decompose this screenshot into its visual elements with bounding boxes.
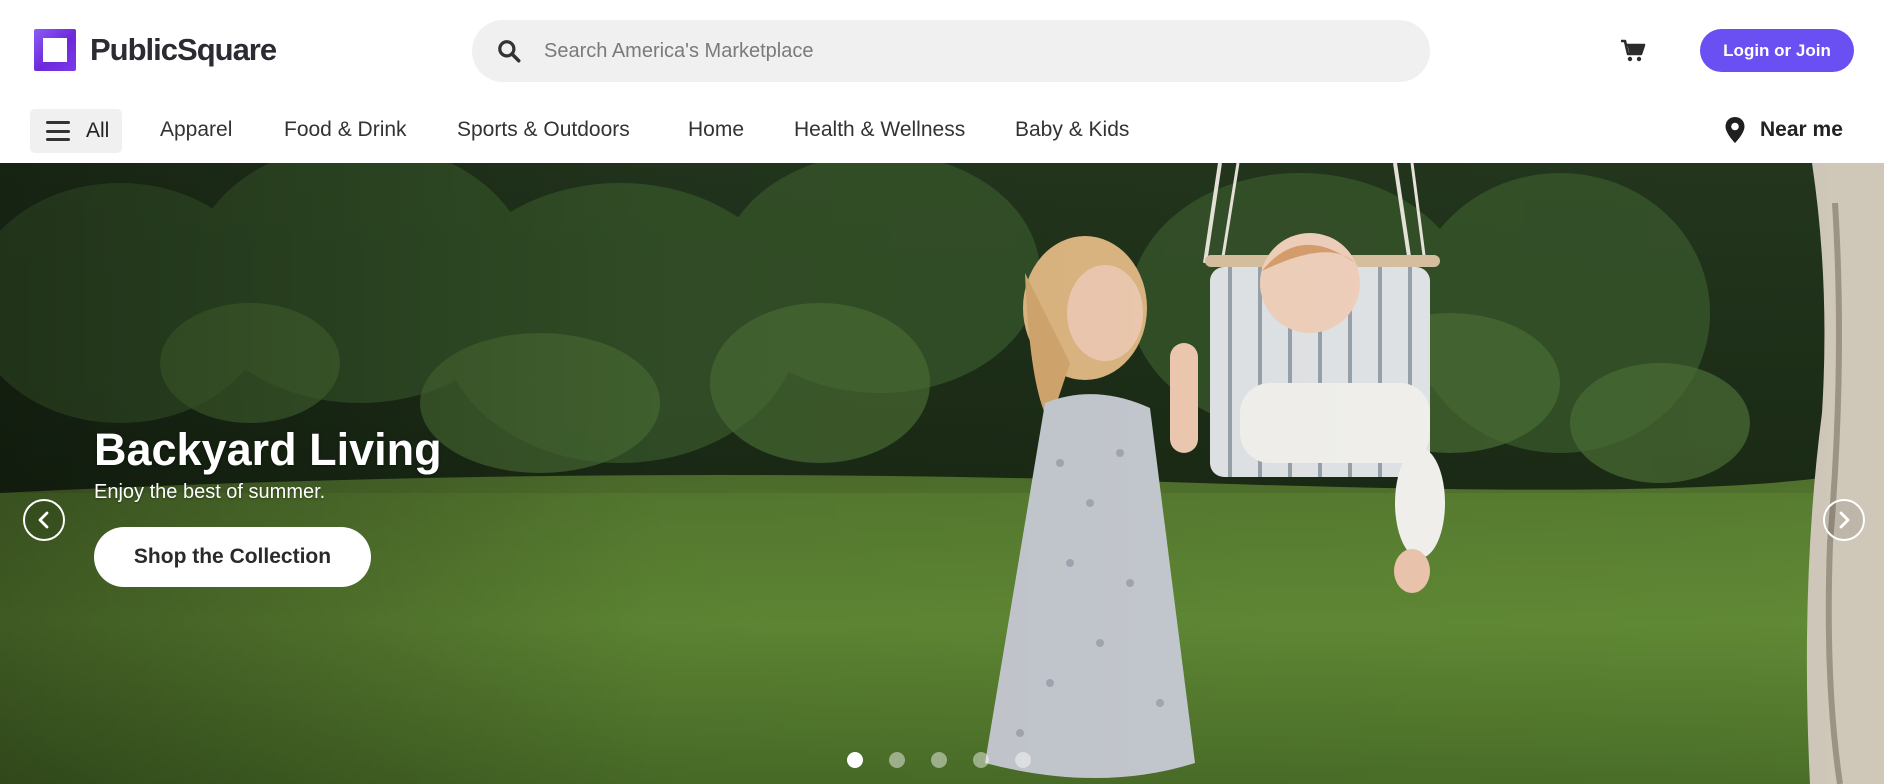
carousel-prev-button[interactable] — [23, 499, 65, 541]
all-categories-button[interactable]: All — [30, 109, 122, 153]
near-me-label: Near me — [1760, 118, 1843, 141]
search-icon[interactable] — [492, 34, 526, 68]
carousel-next-button[interactable] — [1823, 499, 1865, 541]
logo-mark-icon — [34, 29, 76, 71]
category-nav: All Apparel Food & Drink Sports & Outdoo… — [0, 100, 1884, 163]
logo-link[interactable]: PublicSquare — [34, 29, 277, 71]
site-header: PublicSquare Login or Join — [0, 0, 1884, 100]
nav-item-apparel[interactable]: Apparel — [160, 118, 232, 142]
logo-text: PublicSquare — [90, 32, 277, 67]
carousel-dots — [847, 752, 1031, 768]
carousel-dot-4[interactable] — [973, 752, 989, 768]
location-pin-icon — [1725, 117, 1745, 143]
menu-icon — [46, 121, 70, 141]
search-input[interactable] — [544, 39, 1404, 63]
login-join-button[interactable]: Login or Join — [1700, 29, 1854, 72]
cart-icon[interactable] — [1618, 36, 1648, 66]
all-categories-label: All — [86, 119, 110, 142]
carousel-dot-3[interactable] — [931, 752, 947, 768]
nav-item-health-wellness[interactable]: Health & Wellness — [794, 118, 965, 142]
hero-carousel: Backyard Living Enjoy the best of summer… — [0, 163, 1884, 784]
carousel-dot-5[interactable] — [1015, 752, 1031, 768]
hero-subtitle: Enjoy the best of summer. — [94, 481, 326, 503]
nav-item-sports-outdoors[interactable]: Sports & Outdoors — [457, 118, 630, 142]
chevron-left-icon — [38, 511, 49, 529]
nav-item-food-drink[interactable]: Food & Drink — [284, 118, 407, 142]
carousel-dot-2[interactable] — [889, 752, 905, 768]
nav-item-baby-kids[interactable]: Baby & Kids — [1015, 118, 1129, 142]
search-bar[interactable] — [472, 20, 1430, 82]
carousel-dot-1[interactable] — [847, 752, 863, 768]
shop-collection-button[interactable]: Shop the Collection — [94, 527, 371, 587]
chevron-right-icon — [1839, 511, 1850, 529]
hero-title: Backyard Living — [94, 424, 442, 475]
near-me-button[interactable]: Near me — [1724, 116, 1843, 144]
nav-item-home[interactable]: Home — [688, 118, 744, 142]
